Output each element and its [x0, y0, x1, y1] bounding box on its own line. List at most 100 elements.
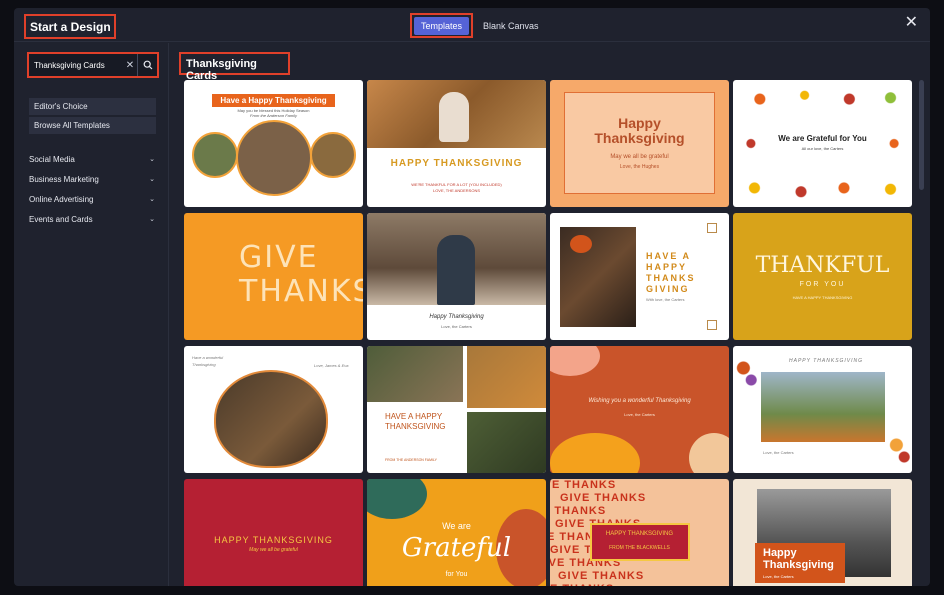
browse-all-templates-link[interactable]: Browse All Templates [29, 117, 156, 134]
template-card[interactable]: Have a Happy Thanksgiving May you be ble… [184, 80, 363, 207]
template-card[interactable]: We are Grateful for You All our love, th… [733, 80, 912, 207]
card-subtext: Grateful [401, 533, 512, 563]
template-card[interactable]: Happy Thanksgiving May we all be gratefu… [550, 80, 729, 207]
template-card[interactable]: HAVE A HAPPY THANKS GIVING With love, th… [550, 213, 729, 340]
card-headline: Happy Thanksgiving [429, 314, 484, 320]
category-label: Business Marketing [29, 175, 99, 184]
card-subtext: From the Anderson Family [250, 113, 297, 118]
photo-circle [236, 120, 312, 196]
tab-templates[interactable]: Templates [414, 17, 470, 35]
close-icon[interactable]: ✕ [905, 15, 918, 31]
card-headline: THANKFUL [755, 253, 890, 278]
photo-pumpkin [570, 235, 592, 253]
search-box: Thanksgiving Cards ✕ [27, 52, 159, 78]
search-input[interactable]: Thanksgiving Cards [29, 61, 123, 70]
editors-choice-link[interactable]: Editor's Choice [29, 98, 156, 115]
pattern-line: GIVE THANKS [550, 583, 729, 586]
pattern-line: GIVE THANKS [550, 505, 607, 517]
template-card[interactable]: HAPPY THANKSGIVING May we all be gratefu… [184, 479, 363, 586]
card-headline: HAPPY THANKSGIVING [390, 158, 523, 169]
chevron-down-icon: ⌄ [149, 216, 155, 223]
pattern-line: GIVE THANKS [560, 492, 647, 504]
photo-circle [310, 132, 356, 178]
mode-tabs: Templates Blank Canvas [410, 13, 543, 38]
card-subtext: WE'RE THANKFUL FOR A LOT (YOU INCLUDED) [411, 182, 502, 187]
shape-blob [689, 433, 729, 473]
modal-title: Start a Design [24, 14, 116, 39]
template-card[interactable]: Have a wonderful Thanksgiving Love, Jame… [184, 346, 363, 473]
category-label: Social Media [29, 155, 75, 164]
grid-scrollbar[interactable] [919, 80, 924, 190]
chevron-down-icon: ⌄ [149, 176, 155, 183]
card-headline: We are [442, 521, 471, 531]
checkbox-icon [707, 320, 717, 330]
chevron-down-icon: ⌄ [149, 156, 155, 163]
card-headline: GIVE THANKS [239, 240, 363, 309]
photo-child [439, 92, 469, 142]
tab-blank-canvas[interactable]: Blank Canvas [479, 17, 543, 35]
card-subtext: With love, the Carters [646, 297, 685, 302]
template-card[interactable]: We are Grateful for You [367, 479, 546, 586]
template-card[interactable]: GIVE THANKS GIVE THANKS GIVE THANKS GIVE… [550, 479, 729, 586]
shape-blob [550, 433, 640, 473]
template-card[interactable]: Wishing you a wonderful Thanksgiving Lov… [550, 346, 729, 473]
section-title: Thanksgiving Cards [179, 52, 290, 82]
card-subtext: May we all be grateful [610, 154, 669, 160]
card-headline: HAVE A HAPPY THANKS GIVING [646, 251, 696, 294]
leaf-decoration [733, 352, 759, 392]
card-label-box [590, 523, 690, 561]
card-subtext: All our love, the Carters [801, 146, 844, 151]
card-subtext: Love, the Carters [441, 324, 472, 329]
photo [467, 412, 546, 473]
template-card[interactable]: THANKFUL FOR YOU HAVE A HAPPY THANKSGIVI… [733, 213, 912, 340]
category-events-and-cards[interactable]: Events and Cards ⌄ [29, 215, 155, 224]
shape-blob [367, 479, 427, 519]
modal-header: Start a Design Templates Blank Canvas ✕ [14, 8, 930, 42]
search-button[interactable] [137, 54, 157, 76]
photo-couple [437, 235, 475, 305]
template-card[interactable]: HAVE A HAPPY THANKSGIVING FROM THE ANDER… [367, 346, 546, 473]
pattern-line: GIVE THANKS [558, 570, 645, 582]
card-headline: Happy [763, 547, 797, 559]
card-subtext: Thanksgiving [763, 559, 834, 571]
card-subtext: Love, the Carters [763, 574, 794, 579]
sidebar: Thanksgiving Cards ✕ Editor's Choice Bro… [14, 43, 169, 586]
template-card[interactable]: Happy Thanksgiving Love, the Carters [367, 213, 546, 340]
category-social-media[interactable]: Social Media ⌄ [29, 155, 155, 164]
leaf-decoration [886, 429, 912, 469]
card-headline: Happy Thanksgiving [594, 115, 685, 146]
template-card[interactable]: Happy Thanksgiving Love, the Carters [733, 479, 912, 586]
card-subtext: Love, the Hughes [619, 164, 660, 170]
shape-blob [550, 346, 600, 376]
photo [367, 346, 463, 402]
card-headline: Have a Happy Thanksgiving [212, 94, 335, 107]
card-headline: HAVE A HAPPY THANKSGIVING [385, 412, 446, 431]
category-label: Events and Cards [29, 215, 93, 224]
card-subtext: Love, the Carters [763, 450, 794, 455]
template-card[interactable]: HAPPY THANKSGIVING WE'RE THANKFUL FOR A … [367, 80, 546, 207]
start-design-modal: Start a Design Templates Blank Canvas ✕ … [14, 8, 930, 586]
card-subtext: Love, the Carters [624, 412, 655, 417]
template-grid: Have a Happy Thanksgiving May you be ble… [183, 80, 915, 586]
card-headline: HAPPY THANKSGIVING [214, 535, 333, 545]
search-icon [143, 60, 152, 70]
category-online-advertising[interactable]: Online Advertising ⌄ [29, 195, 155, 204]
category-business-marketing[interactable]: Business Marketing ⌄ [29, 175, 155, 184]
card-subtext: LOVE, THE ANDERSONS [432, 188, 481, 193]
pumpkin-photo [214, 370, 328, 468]
pattern-icons [733, 80, 912, 207]
card-subtext: May we all be grateful [249, 547, 298, 553]
card-subtext: for You [445, 571, 468, 578]
card-subtext: Love, James & Eva [314, 363, 349, 368]
clear-search-icon[interactable]: ✕ [123, 60, 137, 71]
template-card[interactable]: GIVE THANKS [184, 213, 363, 340]
photo [467, 346, 546, 408]
pattern-line: GIVE THANKS [550, 479, 617, 491]
card-headline: Have a wonderful Thanksgiving [192, 355, 224, 367]
template-card[interactable]: HAPPY THANKSGIVING Love, the Carters [733, 346, 912, 473]
card-headline: We are Grateful for You [778, 134, 867, 143]
card-headline: HAPPY THANKSGIVING [789, 358, 864, 364]
card-subtext: FROM THE BLACKWELLS [609, 545, 670, 551]
photo-circle [192, 132, 238, 178]
card-headline: Wishing you a wonderful Thanksgiving [588, 398, 691, 404]
